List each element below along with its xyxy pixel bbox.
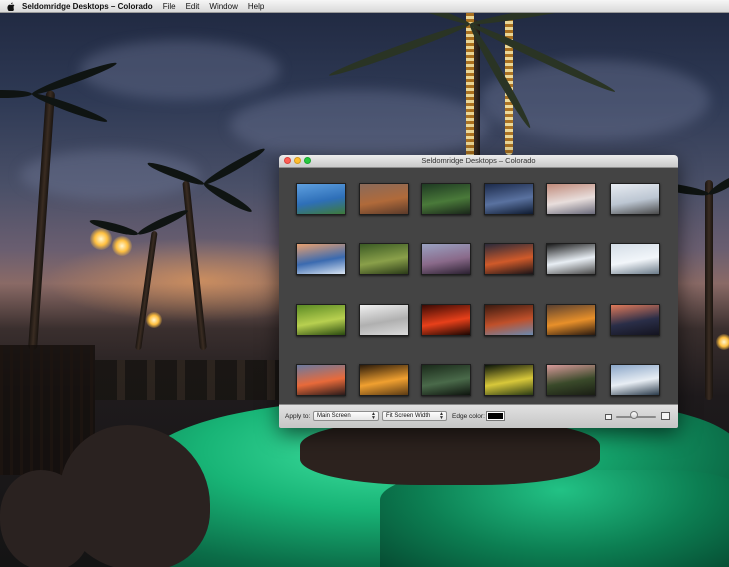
palm-frond bbox=[30, 90, 109, 126]
bottom-toolbar: Apply to: Main Screen ▲ ▼ Fit Screen Widt… bbox=[279, 404, 678, 428]
menu-help[interactable]: Help bbox=[248, 2, 264, 11]
wallpaper-thumbnail-grid bbox=[279, 168, 678, 404]
wallpaper-thumbnail-aspen-leaves[interactable] bbox=[484, 364, 534, 396]
cloud bbox=[80, 40, 280, 100]
wallpaper-thumbnail-red-canyon[interactable] bbox=[359, 183, 409, 215]
wallpaper-thumbnail-snow-branch[interactable] bbox=[546, 243, 596, 275]
wallpaper-thumbnail-red-rock-vista[interactable] bbox=[484, 304, 534, 336]
apple-menu-icon[interactable] bbox=[6, 2, 16, 11]
screen-select[interactable]: Main Screen ▲ ▼ bbox=[313, 411, 379, 421]
tiki-torch-flame bbox=[90, 228, 112, 250]
thumbnail-size-slider-knob[interactable] bbox=[630, 411, 638, 419]
zoom-window-button[interactable] bbox=[304, 157, 311, 164]
wallpaper-thumbnail-green-hills[interactable] bbox=[359, 243, 409, 275]
palm-trunk bbox=[28, 90, 56, 351]
menu-bar: Seldomridge Desktops – Colorado File Edi… bbox=[0, 0, 729, 13]
screen-select-value: Main Screen bbox=[317, 413, 351, 419]
app-window: Seldomridge Desktops – Colorado Apply to… bbox=[279, 155, 678, 428]
wallpaper-thumbnail-amber-horizon[interactable] bbox=[546, 304, 596, 336]
menu-edit[interactable]: Edit bbox=[186, 2, 200, 11]
menu-file[interactable]: File bbox=[163, 2, 176, 11]
window-titlebar[interactable]: Seldomridge Desktops – Colorado bbox=[279, 155, 678, 168]
wallpaper-thumbnail-mountain-clouds[interactable] bbox=[610, 364, 660, 396]
lava-rock bbox=[300, 420, 600, 485]
close-window-button[interactable] bbox=[284, 157, 291, 164]
wallpaper-thumbnail-forest-pond[interactable] bbox=[421, 364, 471, 396]
wallpaper-thumbnail-glowing-embers[interactable] bbox=[421, 304, 471, 336]
popup-arrows-icon: ▲ ▼ bbox=[371, 411, 376, 421]
tiki-torch-flame bbox=[112, 236, 132, 256]
wallpaper-thumbnail-pink-valley[interactable] bbox=[546, 364, 596, 396]
wallpaper-thumbnail-forest-stream[interactable] bbox=[421, 183, 471, 215]
tiki-torch-flame bbox=[146, 312, 162, 328]
edge-color-label: Edge color: bbox=[452, 413, 485, 420]
palm-trunk bbox=[135, 230, 158, 351]
wallpaper-thumbnail-dusk-snow-peaks[interactable] bbox=[296, 243, 346, 275]
wallpaper-thumbnail-purple-dusk[interactable] bbox=[421, 243, 471, 275]
wallpaper-thumbnail-frosted-twig[interactable] bbox=[610, 243, 660, 275]
menu-app-name[interactable]: Seldomridge Desktops – Colorado bbox=[22, 2, 153, 11]
palm-frond bbox=[0, 90, 32, 98]
fit-mode-select[interactable]: Fit Screen Width ▲ ▼ bbox=[382, 411, 447, 421]
fit-mode-select-value: Fit Screen Width bbox=[386, 413, 431, 419]
minimize-window-button[interactable] bbox=[294, 157, 301, 164]
palm-trunk bbox=[705, 180, 713, 400]
wallpaper-thumbnail-snowy-ridge[interactable] bbox=[546, 183, 596, 215]
palm-frond bbox=[202, 145, 267, 188]
wallpaper-thumbnail-stormy-sky[interactable] bbox=[484, 183, 534, 215]
window-title: Seldomridge Desktops – Colorado bbox=[421, 156, 536, 165]
cloud bbox=[230, 90, 490, 160]
wallpaper-thumbnail-fog-island[interactable] bbox=[610, 183, 660, 215]
wallpaper-thumbnail-lake-blue-sky[interactable] bbox=[296, 183, 346, 215]
palm-frond bbox=[202, 180, 254, 215]
small-thumbnail-icon bbox=[605, 414, 612, 420]
menu-window[interactable]: Window bbox=[209, 2, 237, 11]
palm-frond bbox=[327, 20, 472, 80]
edge-color-well[interactable] bbox=[486, 411, 505, 421]
wallpaper-thumbnail-sunset-trees[interactable] bbox=[296, 364, 346, 396]
large-thumbnail-icon bbox=[661, 412, 670, 420]
wallpaper-thumbnail-green-leaf[interactable] bbox=[296, 304, 346, 336]
wallpaper-thumbnail-golden-path[interactable] bbox=[359, 364, 409, 396]
wallpaper-thumbnail-white-drifts[interactable] bbox=[359, 304, 409, 336]
lounge-chairs bbox=[95, 360, 285, 400]
palm-trunk bbox=[182, 180, 207, 351]
wallpaper-thumbnail-orange-sunset-valley[interactable] bbox=[484, 243, 534, 275]
wallpaper-thumbnail-sunset-ridge[interactable] bbox=[610, 304, 660, 336]
apply-to-label: Apply to: bbox=[285, 413, 311, 420]
palm-frond bbox=[136, 207, 190, 238]
popup-arrows-icon: ▲ ▼ bbox=[439, 411, 444, 421]
tiki-torch-flame bbox=[716, 334, 729, 350]
edge-color-swatch bbox=[488, 413, 503, 419]
